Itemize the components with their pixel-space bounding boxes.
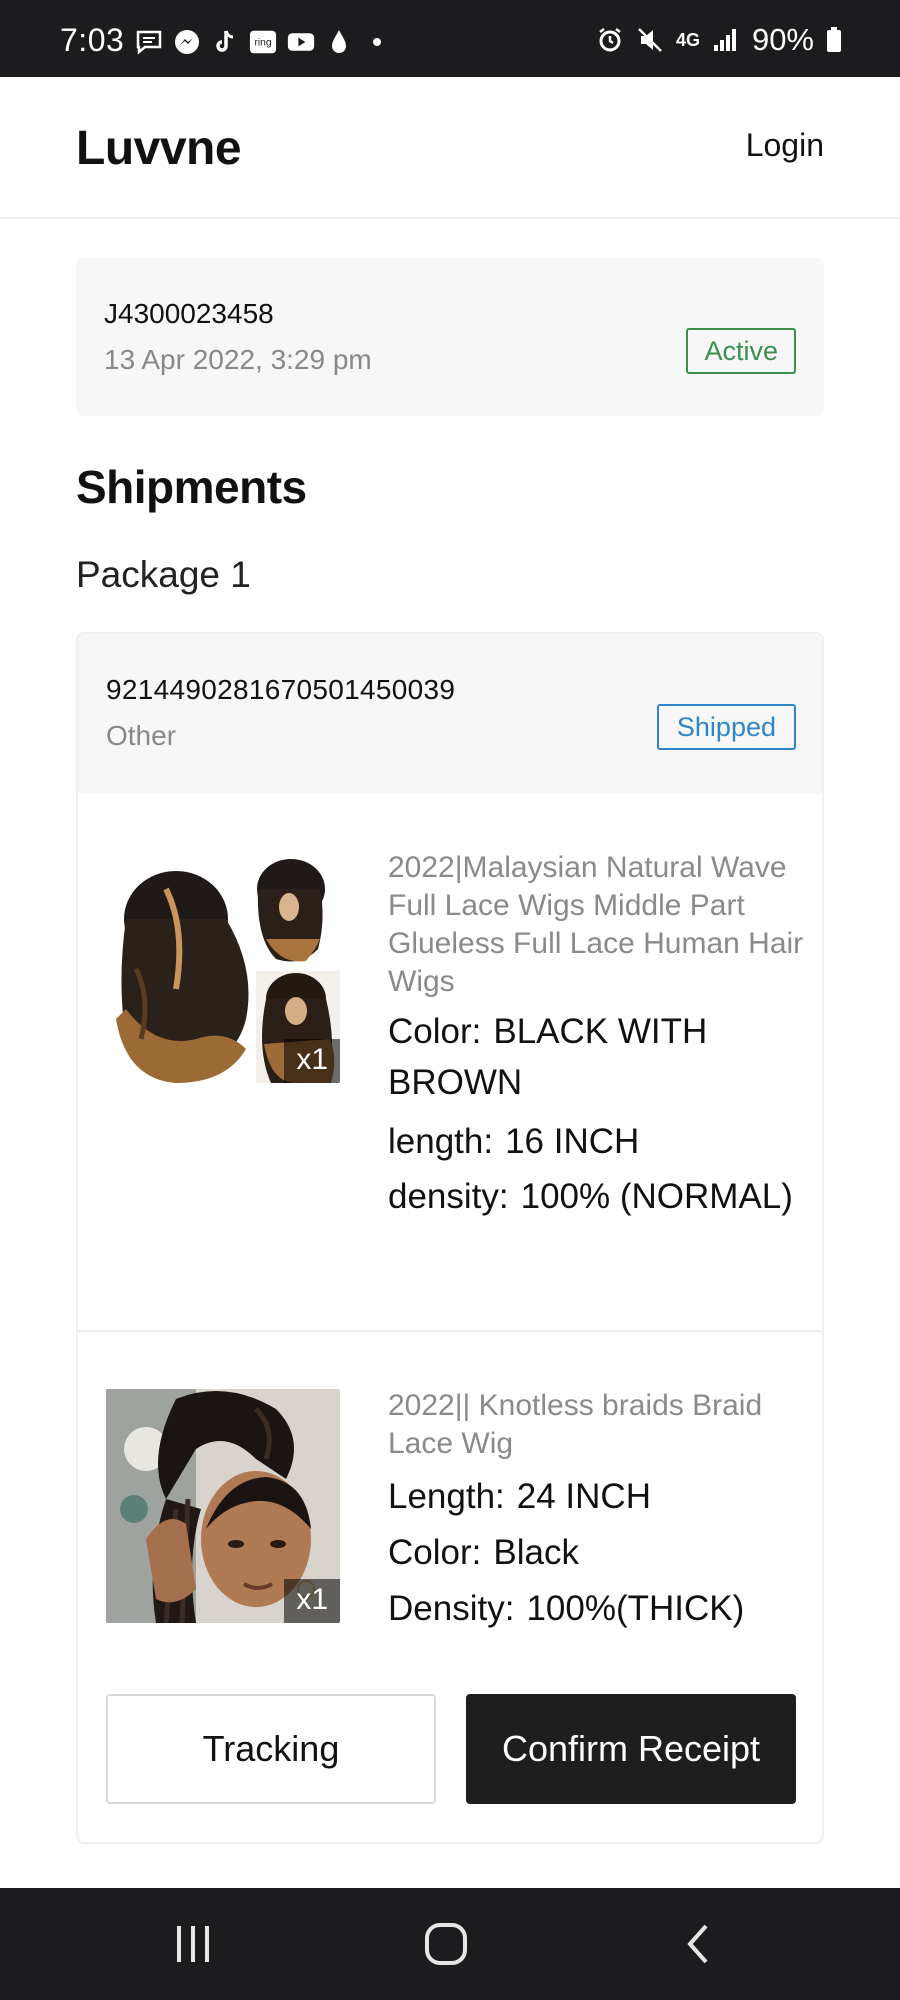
attribute-key: Color: [388,1533,482,1572]
brand-logo[interactable]: Luvvne [76,121,242,176]
home-icon[interactable] [416,1918,476,1970]
order-summary: J4300023458 13 Apr 2022, 3:29 pm Active [76,258,824,416]
ring-icon: ring [249,28,277,56]
attribute-key: Color: [388,1012,482,1051]
tracking-button[interactable]: Tracking [106,1694,436,1804]
attribute-key: Density: [388,1589,515,1628]
attribute-value: 100% (NORMAL) [520,1177,793,1216]
battery-percent: 90% [751,22,814,57]
product-title[interactable]: 2022|Malaysian Natural Wave Full Lace Wi… [388,849,808,1001]
youtube-icon [287,28,315,56]
notification-icons: ring [135,28,391,56]
product-attribute: Color: BLACK WITH BROWN [388,1006,808,1108]
confirm-receipt-button[interactable]: Confirm Receipt [466,1694,796,1804]
messenger-icon [173,28,201,56]
message-icon [135,28,163,56]
recent-apps-icon[interactable] [163,1918,223,1970]
order-date: 13 Apr 2022, 3:29 pm [104,344,372,375]
order-id: J4300023458 [104,298,274,329]
system-icons: 4G 90% [596,22,842,58]
attribute-value: 24 INCH [516,1477,651,1516]
attribute-value: 16 INCH [505,1122,640,1161]
drop-icon [325,28,353,56]
product-attribute: length: 16 INCH [388,1116,808,1167]
login-link[interactable]: Login [746,127,824,164]
shipment-header: 9214490281670501450039 Other Shipped [78,634,822,794]
product-image[interactable]: x1 [106,1389,340,1623]
carrier-name: Other [106,720,177,751]
status-time: 7:03 [60,22,125,58]
order-status-badge: Active [686,328,796,374]
package-label: Package 1 [76,554,251,595]
mute-icon [636,26,664,54]
network-type: 4G [675,29,700,50]
tracking-number: 9214490281670501450039 [106,674,456,705]
product-info: 2022|| Knotless braids Braid Lace Wig Le… [388,1387,808,1634]
attribute-value: Black [493,1533,579,1572]
app-header: Luvvne Login [0,77,900,219]
svg-text:ring: ring [254,38,271,49]
attribute-key: Length: [388,1477,505,1516]
status-bar: 7:03 ring 4G 90% [0,0,900,77]
dot-icon [363,28,391,56]
product-title[interactable]: 2022|| Knotless braids Braid Lace Wig [388,1387,808,1463]
product-attribute: density: 100% (NORMAL) [388,1171,808,1222]
quantity-badge: x1 [284,1579,340,1623]
item-divider [78,1330,822,1332]
product-attribute: Length: 24 INCH [388,1471,808,1522]
system-nav-bar [0,1888,900,2000]
back-icon[interactable] [668,1918,728,1970]
product-info: 2022|Malaysian Natural Wave Full Lace Wi… [388,849,808,1222]
product-attribute: Density: 100%(THICK) [388,1583,808,1634]
product-attribute: Color: Black [388,1527,808,1578]
tiktok-icon [211,28,239,56]
shipment-status-badge: Shipped [656,704,796,750]
quantity-badge: x1 [284,1039,340,1083]
alarm-icon [596,26,624,54]
battery-icon [826,26,842,54]
product-image[interactable]: x1 [106,849,340,1083]
shipments-title: Shipments [76,461,307,513]
attribute-key: density: [388,1177,509,1216]
attribute-key: length: [388,1122,494,1161]
shipment-card: 9214490281670501450039 Other Shipped x1 … [76,632,824,1844]
signal-icon [712,26,740,54]
attribute-value: 100%(THICK) [526,1589,745,1628]
